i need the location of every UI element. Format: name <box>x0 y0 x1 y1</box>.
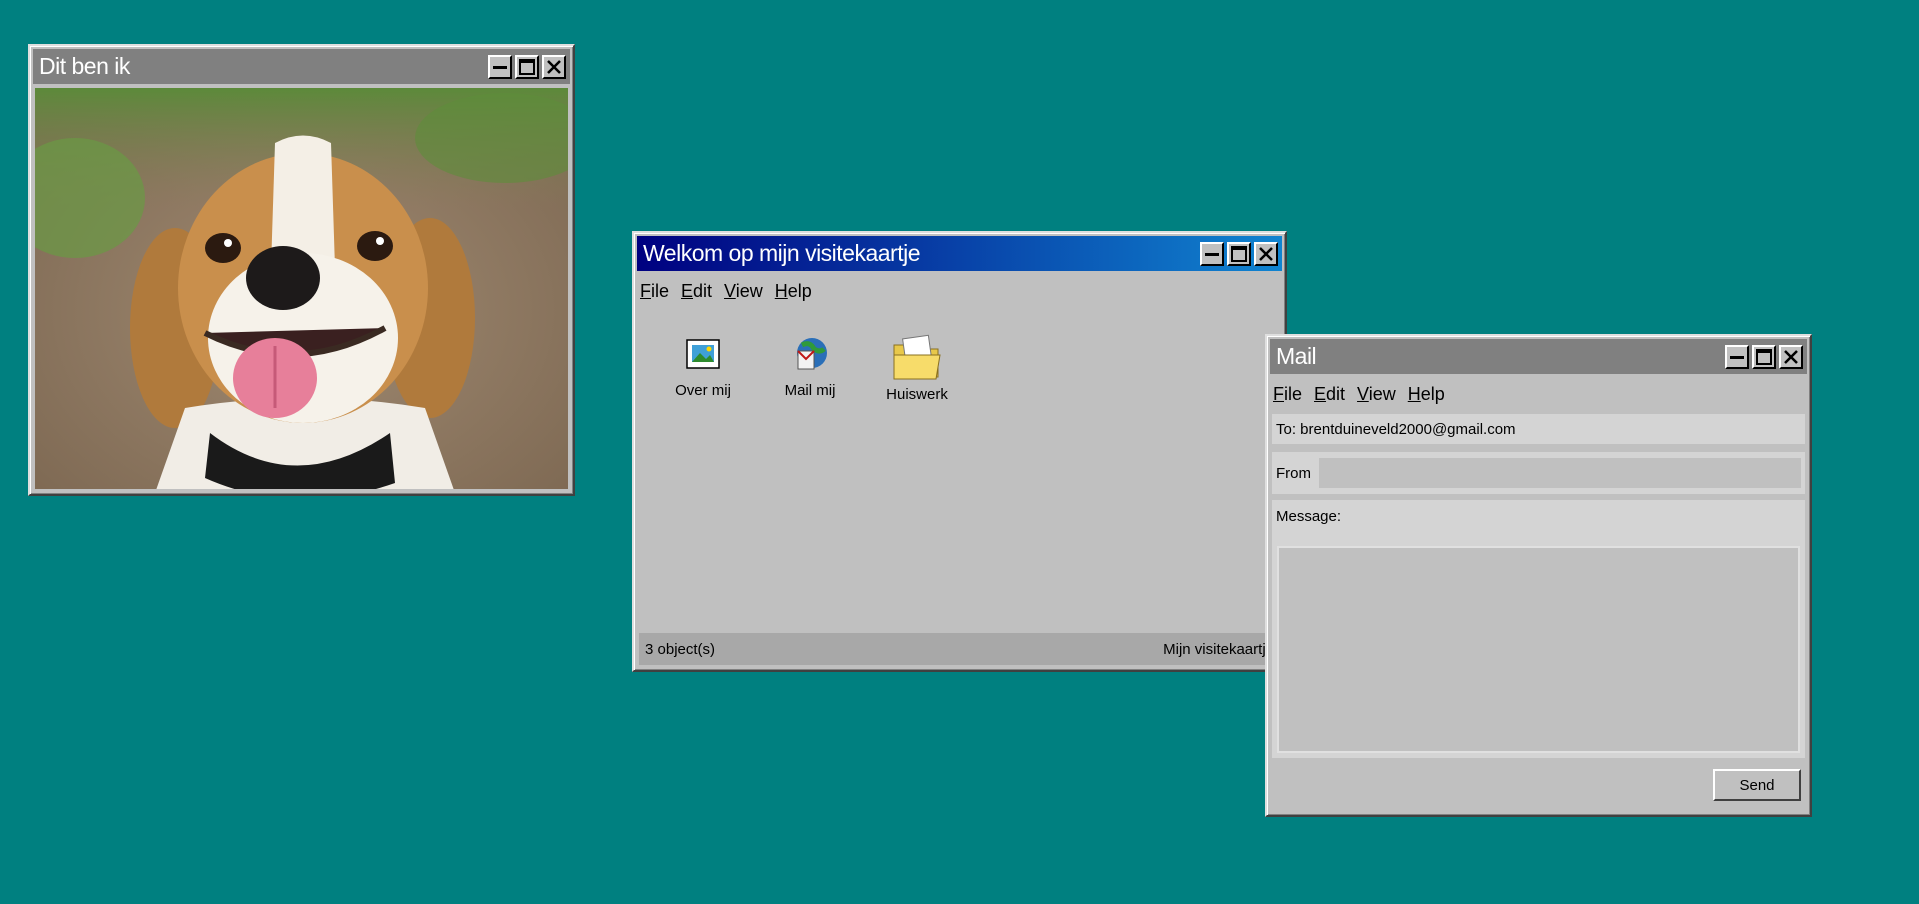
menu-help[interactable]: Help <box>775 279 812 304</box>
message-textarea[interactable] <box>1277 546 1800 753</box>
menu-view[interactable]: View <box>1357 382 1396 407</box>
mail-window-titlebar[interactable]: Mail <box>1270 339 1807 374</box>
minimize-icon <box>1730 355 1744 359</box>
menu-file[interactable]: File <box>640 279 669 304</box>
mail-window[interactable]: Mail File Edit View Help To: brentduinev… <box>1265 334 1812 817</box>
close-button[interactable] <box>542 54 566 79</box>
picture-icon <box>686 339 720 369</box>
maximize-button[interactable] <box>1227 241 1251 266</box>
mail-menubar: File Edit View Help <box>1273 382 1445 407</box>
status-object-count: 3 object(s) <box>645 640 716 658</box>
close-icon <box>1259 246 1273 261</box>
minimize-icon <box>1205 252 1219 256</box>
mail-window-title: Mail <box>1276 343 1317 369</box>
photo-window-titlebar[interactable]: Dit ben ik <box>33 49 570 84</box>
maximize-icon <box>1231 245 1247 262</box>
send-button[interactable]: Send <box>1713 769 1801 801</box>
mail-globe-icon <box>797 338 827 370</box>
explorer-window[interactable]: Welkom op mijn visitekaartje File Edit V… <box>632 231 1287 672</box>
menu-edit[interactable]: Edit <box>1314 382 1345 407</box>
close-button[interactable] <box>1779 344 1803 369</box>
minimize-button[interactable] <box>488 54 512 79</box>
dog-photo <box>35 88 568 489</box>
maximize-icon <box>519 58 535 75</box>
to-field: To: brentduineveld2000@gmail.com <box>1272 414 1805 444</box>
folder-icon <box>893 334 941 380</box>
maximize-button[interactable] <box>1752 344 1776 369</box>
maximize-icon <box>1756 348 1772 365</box>
minimize-button[interactable] <box>1200 241 1224 266</box>
menu-edit[interactable]: Edit <box>681 279 712 304</box>
to-address: To: brentduineveld2000@gmail.com <box>1276 420 1516 438</box>
from-row: From <box>1272 452 1805 494</box>
explorer-window-title: Welkom op mijn visitekaartje <box>643 240 921 266</box>
photo-window[interactable]: Dit ben ik <box>28 44 575 496</box>
message-section: Message: <box>1272 500 1805 758</box>
icon-huiswerk[interactable]: Huiswerk <box>872 328 962 403</box>
icon-over-mij[interactable]: Over mij <box>658 328 748 399</box>
minimize-icon <box>493 65 507 69</box>
close-icon <box>1784 349 1798 364</box>
maximize-button[interactable] <box>515 54 539 79</box>
minimize-button[interactable] <box>1725 344 1749 369</box>
explorer-statusbar: 3 object(s) Mijn visitekaartje <box>639 633 1280 665</box>
explorer-window-titlebar[interactable]: Welkom op mijn visitekaartje <box>637 236 1282 271</box>
icon-label: Over mij <box>675 382 731 399</box>
explorer-menubar: File Edit View Help <box>640 279 812 304</box>
menu-help[interactable]: Help <box>1408 382 1445 407</box>
status-location: Mijn visitekaartje <box>1163 640 1274 658</box>
close-icon <box>547 59 561 74</box>
close-button[interactable] <box>1254 241 1278 266</box>
from-label: From <box>1276 464 1311 482</box>
from-input[interactable] <box>1319 458 1801 488</box>
icon-mail-mij[interactable]: Mail mij <box>765 328 855 399</box>
icon-label: Huiswerk <box>886 386 948 403</box>
icon-label: Mail mij <box>784 382 836 399</box>
menu-view[interactable]: View <box>724 279 763 304</box>
message-label: Message: <box>1276 508 1342 525</box>
photo-window-title: Dit ben ik <box>39 53 130 79</box>
beagle-photo-illustration <box>35 88 568 489</box>
menu-file[interactable]: File <box>1273 382 1302 407</box>
